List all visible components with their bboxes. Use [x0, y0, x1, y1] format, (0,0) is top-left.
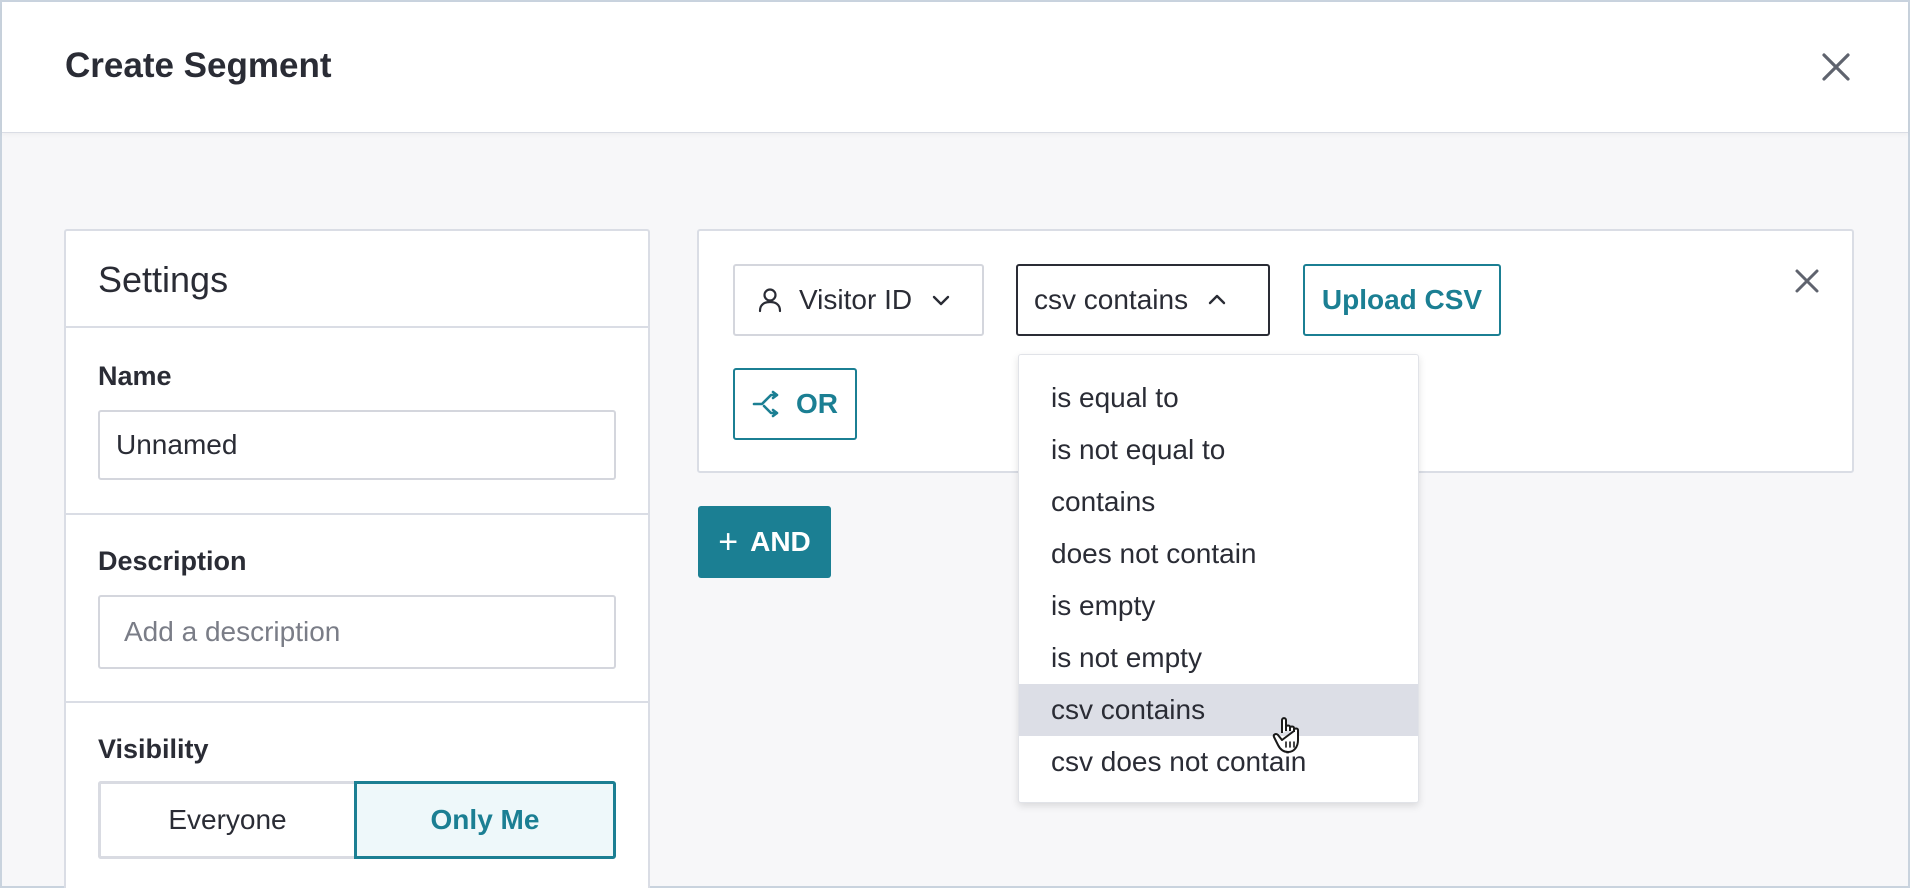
branch-icon — [752, 390, 780, 418]
remove-rule-icon[interactable] — [1792, 266, 1822, 296]
or-button[interactable]: OR — [733, 368, 857, 440]
name-field[interactable] — [98, 410, 616, 480]
menu-item-csv-contains[interactable]: csv contains — [1019, 684, 1418, 736]
dialog-title: Create Segment — [65, 46, 332, 85]
menu-item-is-not-equal-to[interactable]: is not equal to — [1019, 424, 1418, 476]
close-icon[interactable] — [1819, 50, 1853, 84]
operator-label: csv contains — [1034, 284, 1189, 315]
hand-cursor-icon — [1272, 715, 1306, 755]
menu-item-does-not-contain[interactable]: does not contain — [1019, 528, 1418, 580]
operator-dropdown[interactable]: csv contains — [1016, 264, 1270, 336]
name-label: Name — [98, 361, 172, 391]
menu-item-contains[interactable]: contains — [1019, 476, 1418, 528]
upload-csv-button[interactable]: Upload CSV — [1303, 264, 1501, 336]
description-field[interactable] — [98, 595, 616, 669]
settings-panel: Settings Name Description Visibility Eve… — [64, 229, 650, 888]
divider — [66, 513, 648, 515]
divider — [66, 326, 648, 328]
visibility-only-me-button[interactable]: Only Me — [354, 781, 616, 859]
chevron-down-icon — [930, 289, 952, 311]
visibility-label: Visibility — [98, 734, 209, 764]
or-label: OR — [796, 388, 838, 419]
menu-item-is-equal-to[interactable]: is equal to — [1019, 372, 1418, 424]
operator-menu: is equal to is not equal to contains doe… — [1018, 354, 1419, 803]
person-icon — [755, 285, 785, 315]
attribute-dropdown[interactable]: Visitor ID — [733, 264, 984, 336]
menu-item-csv-does-not-contain[interactable]: csv does not contain — [1019, 736, 1418, 788]
dialog-header: Create Segment — [2, 2, 1908, 133]
and-label: AND — [750, 526, 811, 557]
description-label: Description — [98, 546, 247, 576]
menu-item-is-empty[interactable]: is empty — [1019, 580, 1418, 632]
attribute-label: Visitor ID — [799, 284, 913, 315]
settings-title: Settings — [98, 259, 229, 300]
divider — [66, 701, 648, 703]
plus-icon: + — [718, 522, 739, 561]
chevron-up-icon — [1206, 289, 1228, 311]
visibility-everyone-button[interactable]: Everyone — [98, 781, 354, 859]
menu-item-is-not-empty[interactable]: is not empty — [1019, 632, 1418, 684]
and-button[interactable]: + AND — [698, 506, 831, 578]
visibility-toggle: Everyone Only Me — [98, 781, 616, 859]
